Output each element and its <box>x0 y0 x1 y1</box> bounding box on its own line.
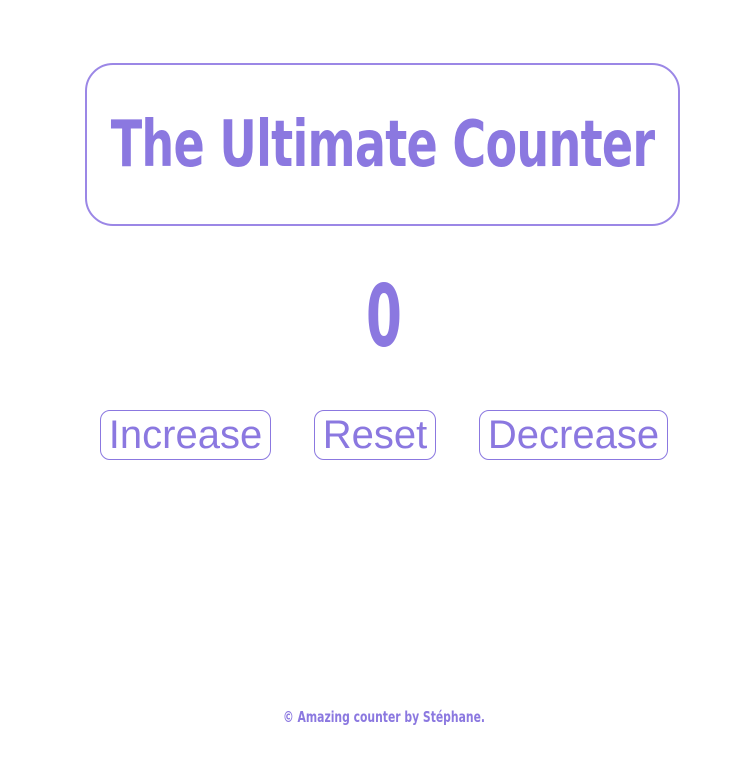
reset-button[interactable]: Reset <box>314 410 436 460</box>
footer-credit: © Amazing counter by Stéphane. <box>282 708 486 726</box>
counter-app: The Ultimate Counter 0 Increase Reset De… <box>0 0 737 758</box>
counter-value: 0 <box>366 267 402 367</box>
page-title: The Ultimate Counter <box>110 107 655 182</box>
title-box: The Ultimate Counter <box>85 63 680 226</box>
decrease-button[interactable]: Decrease <box>479 410 668 460</box>
increase-button[interactable]: Increase <box>100 410 271 460</box>
